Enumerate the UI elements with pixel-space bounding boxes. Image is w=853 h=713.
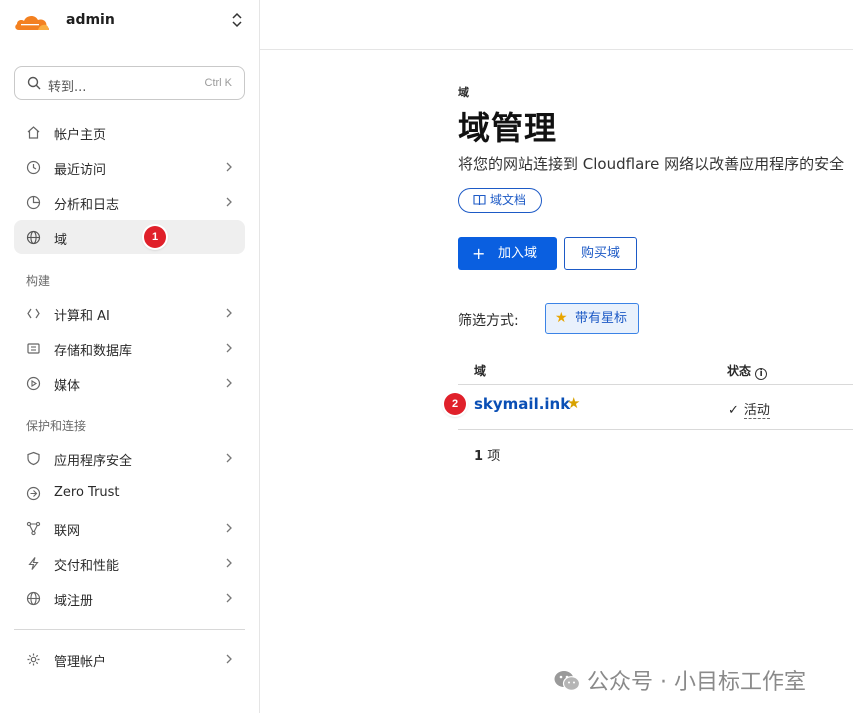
page-description: 将您的网站连接到 Cloudflare 网络以改善应用程序的安全: [458, 155, 845, 173]
item-count: 1 项: [474, 445, 500, 464]
column-header-status-label: 状态: [727, 364, 752, 378]
info-icon[interactable]: i: [755, 368, 768, 380]
sidebar-item-media[interactable]: 媒体: [14, 366, 245, 400]
table-header-divider: [458, 384, 853, 385]
chevron-right-icon: [226, 308, 232, 318]
domain-docs-link[interactable]: 域文档: [458, 188, 543, 213]
add-domain-label: 加入域: [498, 246, 538, 261]
search-icon: [27, 76, 41, 90]
chevron-right-icon: [226, 162, 232, 172]
zero-trust-icon: [26, 486, 41, 501]
item-count-number: 1: [474, 449, 484, 464]
sidebar-item-storage[interactable]: 存储和数据库: [14, 331, 245, 365]
sidebar-item-label: 最近访问: [54, 163, 107, 178]
status-text[interactable]: 活动: [743, 403, 770, 419]
chevron-right-icon: [226, 523, 232, 533]
chevron-right-icon: [226, 654, 232, 664]
globe-icon: [26, 591, 41, 606]
account-name: admin: [66, 12, 115, 28]
breadcrumb[interactable]: 域: [458, 84, 469, 100]
sidebar-item-label: 管理帐户: [54, 655, 107, 670]
domain-docs-label: 域文档: [490, 193, 527, 207]
starred-filter-label: 带有星标: [575, 311, 628, 326]
sidebar-item-label: 计算和 AI: [54, 309, 110, 324]
plus-icon: +: [472, 244, 486, 263]
item-count-unit: 项: [487, 449, 501, 464]
sidebar-item-compute-ai[interactable]: 计算和 AI: [14, 296, 245, 330]
sidebar-item-manage-account[interactable]: 管理帐户: [14, 642, 245, 676]
search-placeholder: 转到...: [48, 80, 87, 95]
gear-icon: [27, 653, 40, 666]
chevron-right-icon: [226, 343, 232, 353]
code-icon: [27, 308, 40, 319]
pie-chart-icon: [26, 195, 41, 210]
sidebar-item-label: 存储和数据库: [54, 344, 133, 359]
main-content: 域 域管理 将您的网站连接到 Cloudflare 网络以改善应用程序的安全 域…: [458, 0, 853, 713]
book-icon: [473, 194, 486, 206]
database-icon: [27, 343, 40, 354]
sidebar-item-label: 媒体: [54, 379, 81, 394]
sidebar-item-domains[interactable]: 域: [14, 220, 245, 254]
check-icon: ✓: [728, 403, 739, 418]
globe-icon: [26, 230, 41, 245]
sidebar-divider: [14, 629, 245, 630]
sidebar-item-recent[interactable]: 最近访问: [14, 150, 245, 184]
column-header-domain[interactable]: 域: [474, 362, 486, 379]
sidebar-item-zero-trust[interactable]: Zero Trust: [14, 476, 245, 510]
search-input[interactable]: 转到... Ctrl K: [14, 66, 245, 100]
watermark: 公众号 · 小目标工作室: [553, 664, 806, 696]
cloudflare-logo: [15, 15, 50, 30]
sidebar-item-delivery[interactable]: 交付和性能: [14, 546, 245, 580]
section-label-build: 构建: [26, 274, 51, 288]
status-cell: ✓ 活动: [728, 399, 770, 419]
column-header-status[interactable]: 状态 i: [727, 362, 768, 380]
home-icon: [27, 126, 40, 139]
watermark-text: 公众号 · 小目标工作室: [587, 670, 806, 695]
step-badge-1: 1: [144, 226, 166, 248]
chevron-updown-icon[interactable]: [229, 9, 245, 31]
sidebar-item-label: 帐户主页: [54, 128, 107, 143]
network-icon: [26, 521, 41, 536]
step-badge-2: 2: [444, 393, 466, 415]
sidebar-item-label: 联网: [54, 524, 81, 539]
chevron-right-icon: [226, 453, 232, 463]
chevron-right-icon: [226, 593, 232, 603]
star-icon[interactable]: ★: [567, 394, 580, 412]
sidebar: admin 转到... Ctrl K 帐户主页 最近访问 分析和日志 域 1 构…: [0, 0, 260, 713]
sidebar-item-app-security[interactable]: 应用程序安全: [14, 441, 245, 475]
section-label-protect: 保护和连接: [26, 419, 87, 433]
account-switcher[interactable]: admin: [0, 0, 260, 42]
table-row-divider: [458, 429, 853, 430]
buy-domain-button[interactable]: 购买域: [564, 237, 637, 270]
chevron-right-icon: [226, 558, 232, 568]
sidebar-item-label: 应用程序安全: [54, 454, 133, 469]
sidebar-item-label: 分析和日志: [54, 198, 120, 213]
starred-filter-chip[interactable]: ★ 带有星标: [545, 303, 639, 334]
star-icon: ★: [555, 310, 568, 326]
sidebar-item-label: 域: [54, 233, 68, 248]
sidebar-item-registrar[interactable]: 域注册: [14, 581, 245, 615]
sidebar-item-label: Zero Trust: [54, 485, 120, 500]
chevron-right-icon: [226, 197, 232, 207]
search-shortcut: Ctrl K: [204, 77, 233, 89]
sidebar-item-label: 交付和性能: [54, 559, 120, 574]
page-title: 域管理: [458, 109, 558, 147]
wechat-icon: [554, 671, 581, 691]
domain-link[interactable]: skymail.ink: [474, 395, 570, 413]
chevron-right-icon: [226, 378, 232, 388]
clock-icon: [26, 160, 41, 175]
add-domain-button[interactable]: + 加入域: [458, 237, 557, 270]
sidebar-item-analytics[interactable]: 分析和日志: [14, 185, 245, 219]
play-icon: [26, 376, 41, 391]
sidebar-item-label: 域注册: [54, 594, 94, 609]
lightning-icon: [28, 557, 39, 570]
sidebar-item-networking[interactable]: 联网: [14, 511, 245, 545]
sidebar-item-account-home[interactable]: 帐户主页: [14, 115, 245, 149]
shield-icon: [27, 451, 40, 466]
filter-label: 筛选方式:: [458, 313, 519, 329]
